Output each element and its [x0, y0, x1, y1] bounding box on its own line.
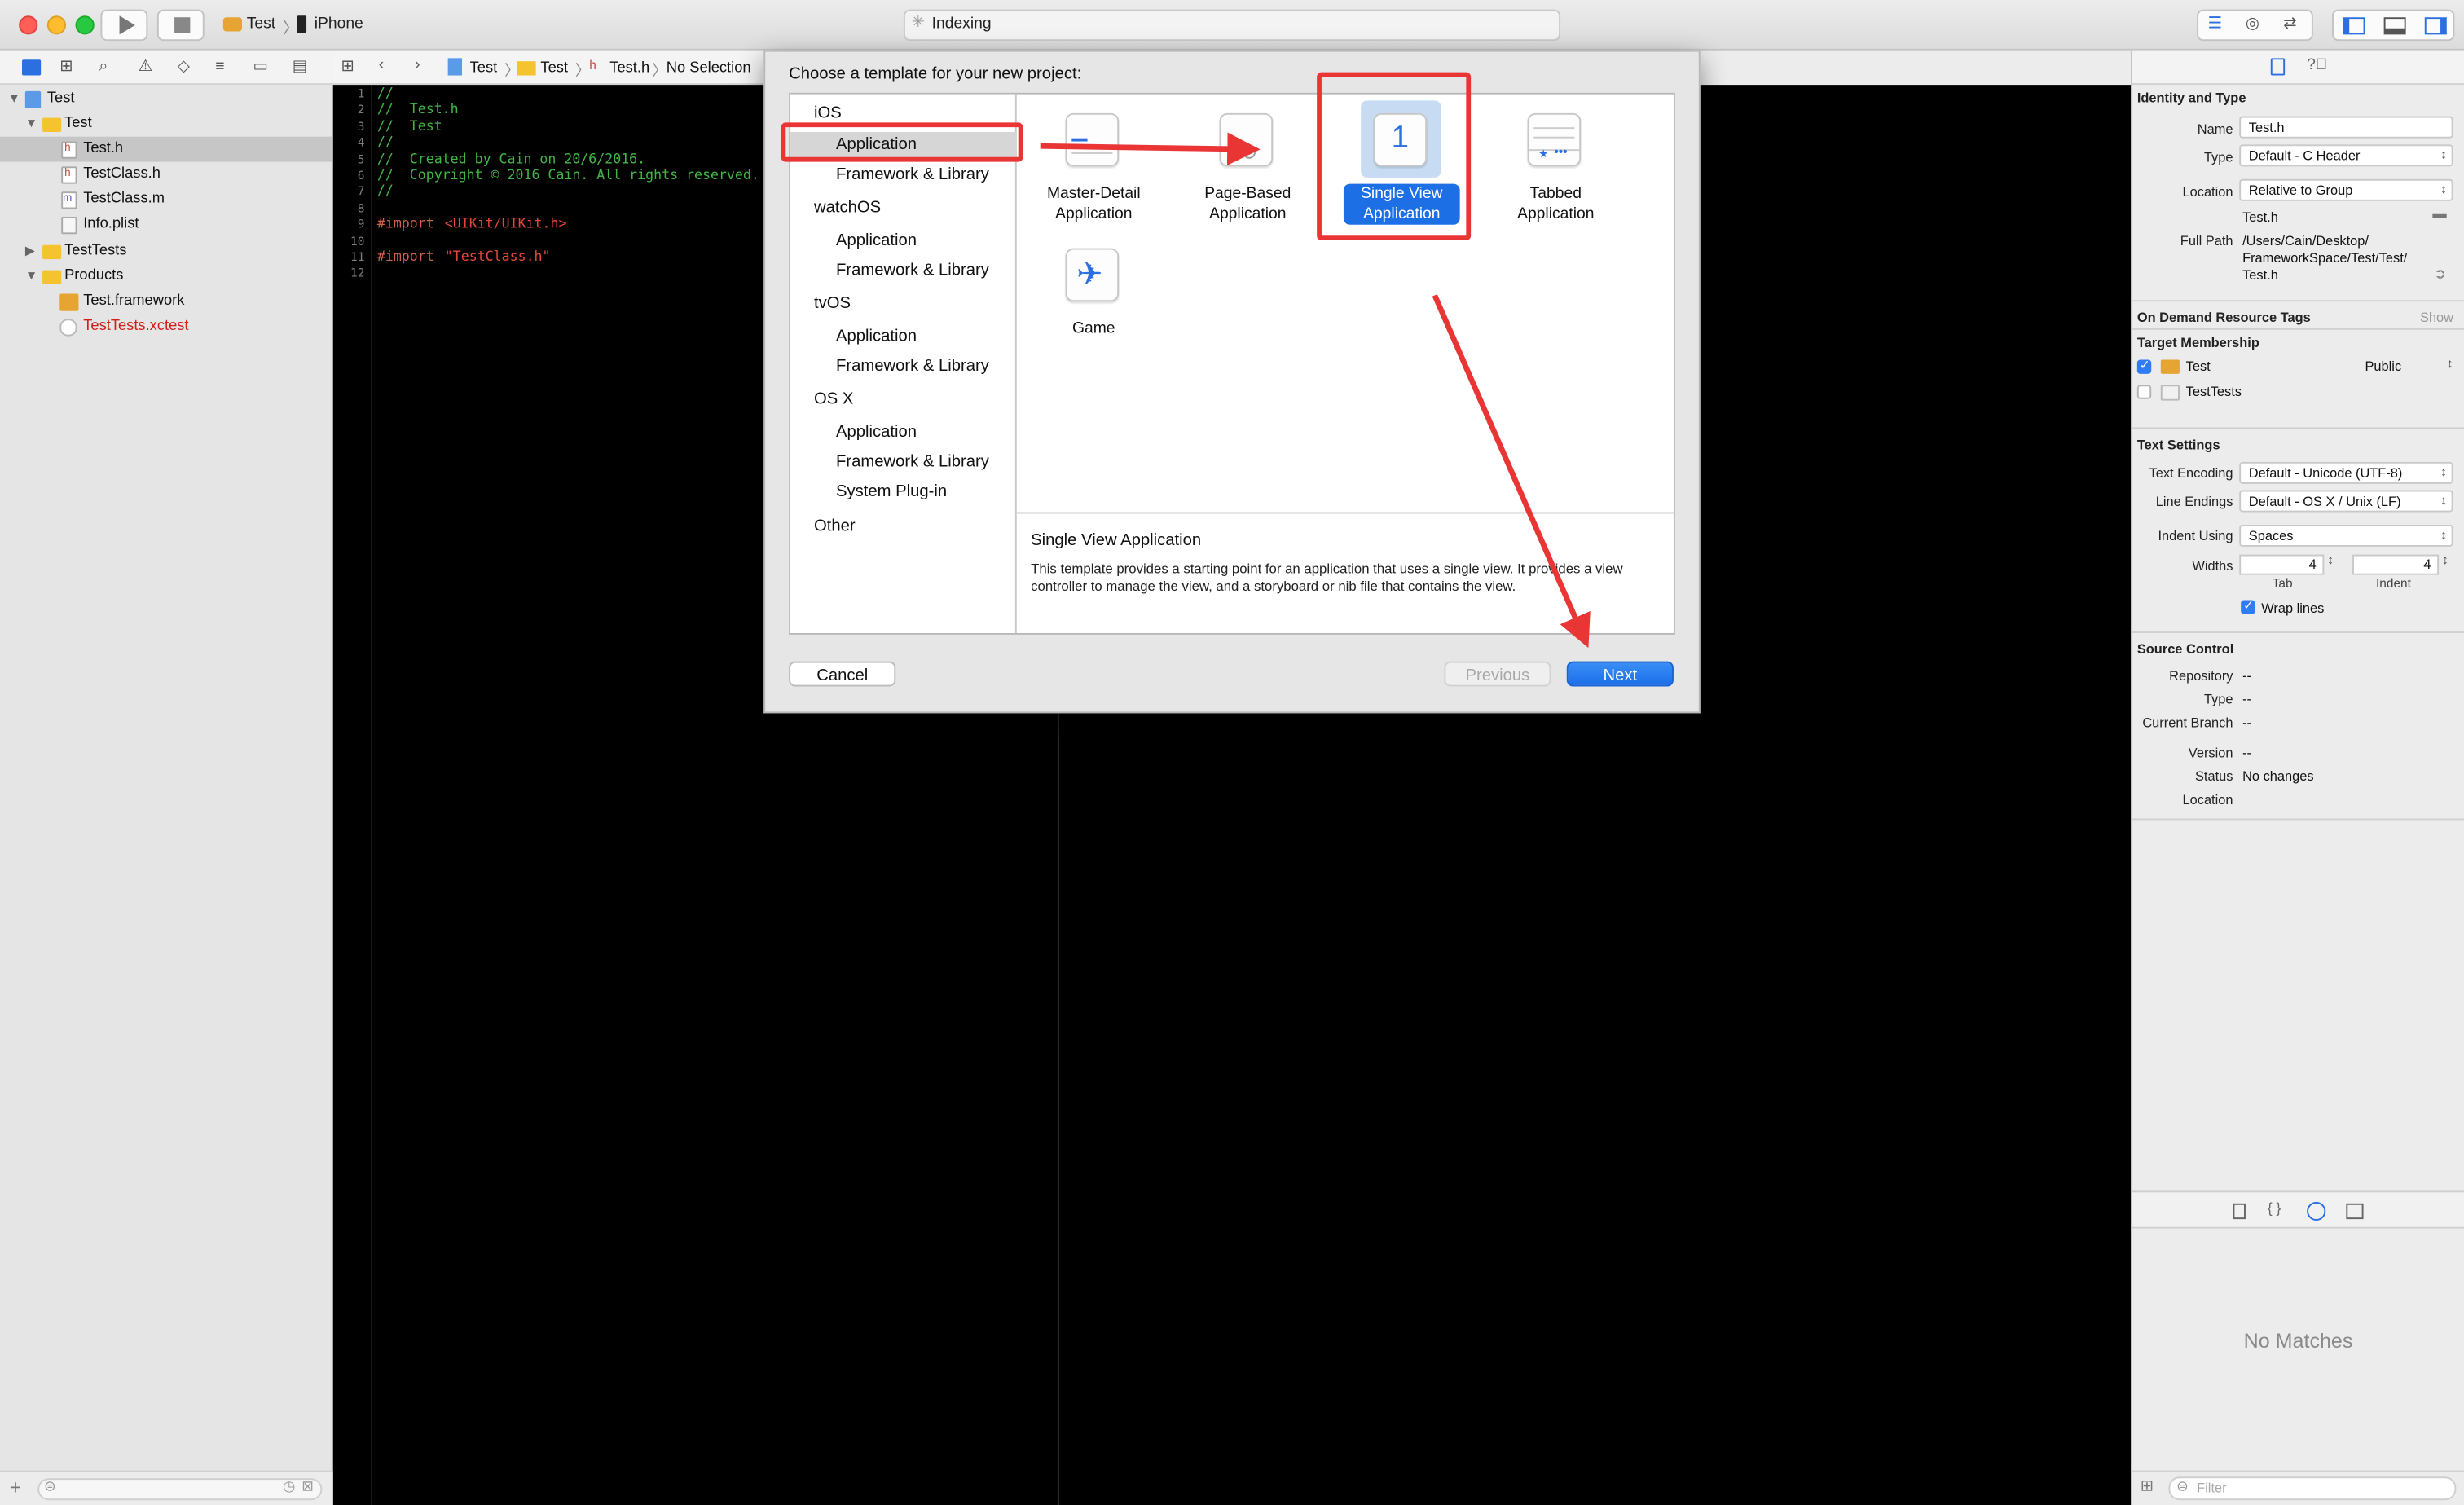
- annotation-arrows: [1040, 132, 1591, 649]
- annotation-arrow-right: [1040, 132, 1261, 165]
- annotation-arrow-down: [1432, 294, 1591, 649]
